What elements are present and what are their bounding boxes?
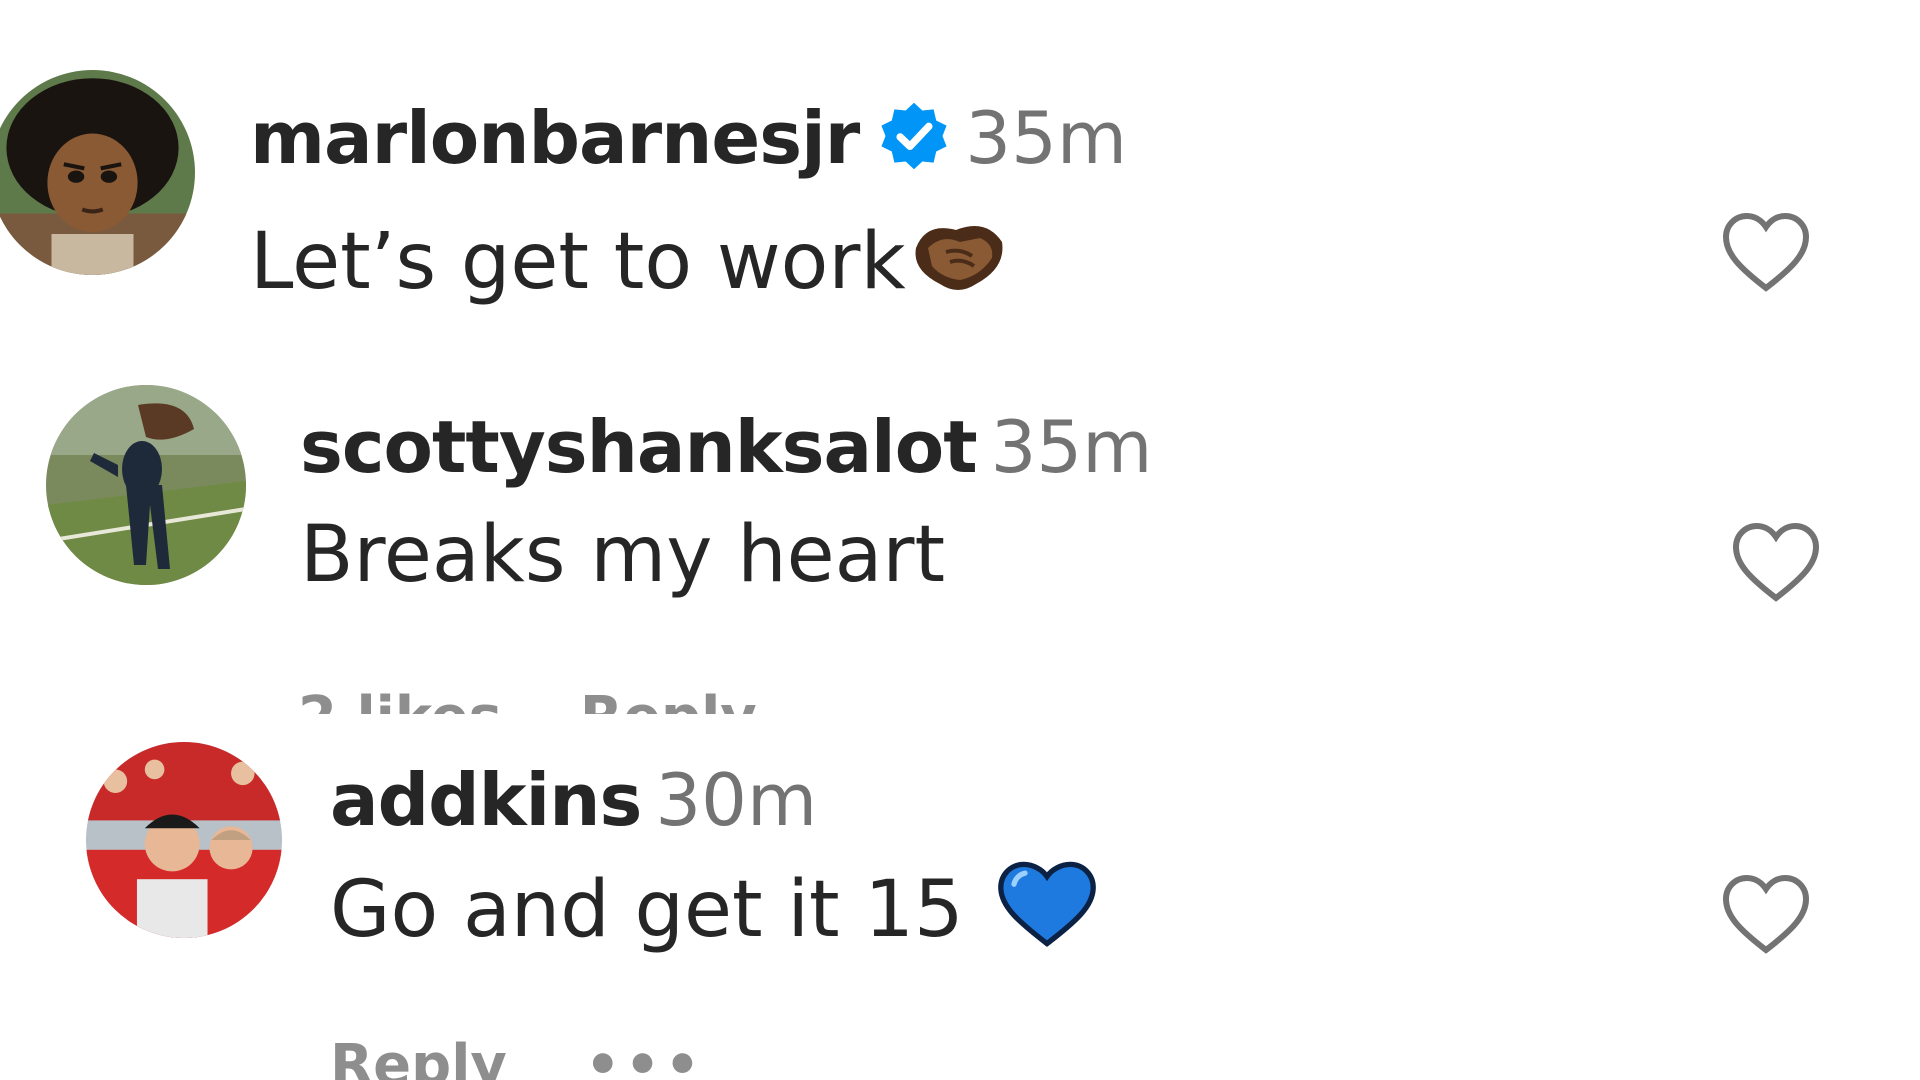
comment-actions: Reply ••• [330, 1034, 782, 1080]
username[interactable]: scottyshanksalot [300, 405, 978, 489]
timestamp: 35m [965, 96, 1128, 180]
reply-button[interactable]: Reply [330, 1033, 507, 1080]
comment-header: marlonbarnesjr 35m [250, 96, 1127, 180]
comment-header: scottyshanksalot 35m [300, 405, 1152, 489]
comment-text: Breaks my heart [300, 510, 945, 600]
comment-header: addkins 30m [330, 758, 817, 842]
comment-body: Go and get it 15 [330, 865, 964, 955]
username[interactable]: addkins [330, 758, 642, 842]
comment-text: Let’s get to work [250, 208, 1010, 307]
blue-heart-icon [994, 860, 1100, 948]
like-heart-icon[interactable] [1720, 872, 1812, 956]
like-heart-icon[interactable] [1730, 520, 1822, 604]
timestamp: 30m [655, 758, 818, 842]
avatar[interactable] [86, 742, 282, 938]
avatar[interactable] [46, 385, 246, 585]
username[interactable]: marlonbarnesjr [250, 96, 860, 180]
like-heart-icon[interactable] [1720, 210, 1812, 294]
stadium-selfie-avatar-icon [86, 742, 282, 938]
comment-body: Let’s get to work [250, 217, 906, 307]
comment-text: Go and get it 15 [330, 860, 1100, 955]
more-options-button[interactable]: ••• [585, 1033, 704, 1080]
comment-body: Breaks my heart [300, 510, 946, 600]
reply-button[interactable]: Reply [580, 685, 757, 715]
handshake-icon [906, 208, 1010, 300]
timestamp: 35m [990, 405, 1153, 489]
comment-actions-clip: 2 likes Reply [0, 680, 1920, 715]
verified-badge-icon [877, 99, 951, 173]
comment-actions: 2 likes Reply [298, 685, 835, 715]
likes-count[interactable]: 2 likes [298, 685, 502, 715]
football-player-photo-avatar-icon [46, 385, 246, 585]
cartoon-character-avatar-icon [0, 70, 195, 275]
comment-actions-clip: Reply ••• [0, 1030, 1920, 1080]
avatar[interactable] [0, 70, 195, 275]
